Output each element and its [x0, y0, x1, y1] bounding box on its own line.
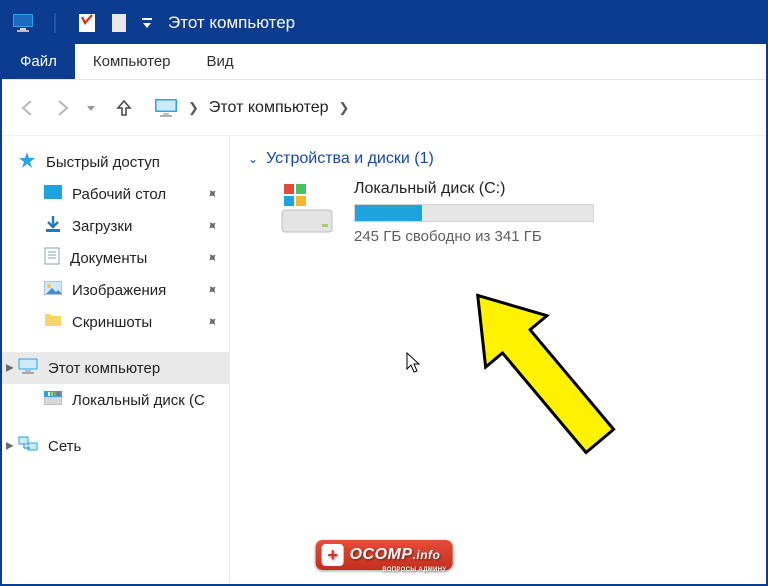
tab-view[interactable]: Вид	[189, 44, 252, 79]
pin-icon: ✦	[203, 312, 223, 333]
breadcrumb-separator-icon[interactable]: ❯	[339, 100, 350, 116]
body: Быстрый доступ Рабочий стол ✦ Загрузки ✦	[2, 136, 766, 584]
chevron-right-icon: ▶	[6, 363, 14, 374]
sidebar-item-quick-access[interactable]: Быстрый доступ	[2, 146, 229, 178]
explorer-window: Этот компьютер Файл Компьютер Вид ❯ Этот…	[0, 0, 768, 586]
tab-computer[interactable]: Компьютер	[75, 44, 189, 79]
pin-icon: ✦	[203, 184, 223, 205]
ribbon-tabs: Файл Компьютер Вид	[2, 44, 766, 80]
sidebar-item-label: Загрузки	[72, 218, 132, 235]
navigation-pane: Быстрый доступ Рабочий стол ✦ Загрузки ✦	[2, 136, 230, 584]
sidebar-item-screenshots[interactable]: Скриншоты ✦	[2, 306, 229, 338]
sidebar-item-label: Изображения	[72, 282, 166, 299]
drive-info: Локальный диск (C:) 245 ГБ свободно из 3…	[354, 180, 594, 245]
sidebar-item-label: Документы	[70, 250, 147, 267]
titlebar: Этот компьютер	[2, 2, 766, 44]
pin-icon: ✦	[203, 280, 223, 301]
sidebar-item-desktop[interactable]: Рабочий стол ✦	[2, 178, 229, 210]
drive-item-c[interactable]: Локальный диск (C:) 245 ГБ свободно из 3…	[248, 180, 748, 245]
breadcrumb-root[interactable]: Этот компьютер	[209, 99, 329, 117]
document-icon[interactable]	[108, 12, 130, 34]
sidebar-item-pictures[interactable]: Изображения ✦	[2, 274, 229, 306]
sidebar-item-network[interactable]: ▶ Сеть	[2, 430, 229, 462]
drive-usage-bar	[354, 204, 594, 222]
group-header-devices[interactable]: ⌄ Устройства и диски (1)	[248, 150, 748, 168]
window-title: Этот компьютер	[168, 13, 295, 33]
pin-icon: ✦	[203, 248, 223, 269]
address-bar[interactable]: ❯ Этот компьютер ❯	[150, 98, 752, 118]
content-pane: ⌄ Устройства и диски (1)	[230, 136, 766, 584]
back-button[interactable]	[16, 96, 40, 120]
chevron-right-icon: ▶	[6, 441, 14, 452]
plus-icon: +	[322, 544, 344, 566]
drive-free-text: 245 ГБ свободно из 341 ГБ	[354, 228, 594, 245]
navigation-toolbar: ❯ Этот компьютер ❯	[2, 80, 766, 136]
chevron-down-icon: ⌄	[248, 152, 258, 166]
downloads-icon	[44, 215, 62, 237]
tab-file[interactable]: Файл	[2, 44, 75, 79]
sidebar-item-label: Быстрый доступ	[46, 154, 160, 171]
this-pc-icon	[18, 358, 38, 378]
this-pc-icon	[154, 98, 178, 118]
folder-icon	[44, 313, 62, 331]
watermark-badge: + OCOMP.info ВОПРОСЫ АДМИНУ	[316, 540, 453, 570]
star-icon	[18, 151, 36, 173]
pin-icon: ✦	[203, 216, 223, 237]
sidebar-item-label: Локальный диск (C	[72, 392, 205, 409]
hard-drive-icon	[278, 180, 336, 238]
sidebar-item-this-pc[interactable]: ▶ Этот компьютер	[2, 352, 229, 384]
breadcrumb-separator-icon[interactable]: ❯	[188, 100, 199, 116]
documents-icon	[44, 247, 60, 269]
drive-usage-fill	[355, 205, 422, 221]
sidebar-item-documents[interactable]: Документы ✦	[2, 242, 229, 274]
sidebar-item-local-disk[interactable]: Локальный диск (C	[2, 384, 229, 416]
monitor-icon[interactable]	[12, 12, 34, 34]
forward-button[interactable]	[50, 96, 74, 120]
disk-icon	[44, 391, 62, 409]
divider-icon	[44, 12, 66, 34]
watermark-subtext: ВОПРОСЫ АДМИНУ	[382, 567, 446, 573]
sidebar-item-label: Сеть	[48, 438, 81, 455]
pictures-icon	[44, 281, 62, 299]
sidebar-item-label: Рабочий стол	[72, 186, 166, 203]
drive-name: Локальный диск (C:)	[354, 180, 594, 198]
watermark-text: OCOMP.info	[350, 546, 441, 564]
qat-dropdown-icon[interactable]	[140, 17, 154, 29]
quick-access-toolbar	[12, 12, 154, 34]
network-icon	[18, 436, 38, 456]
sidebar-item-label: Этот компьютер	[48, 360, 160, 377]
up-button[interactable]	[112, 96, 136, 120]
properties-icon[interactable]	[76, 12, 98, 34]
desktop-icon	[44, 185, 62, 203]
sidebar-item-downloads[interactable]: Загрузки ✦	[2, 210, 229, 242]
group-header-label: Устройства и диски (1)	[266, 150, 434, 168]
history-dropdown-icon[interactable]	[84, 96, 98, 120]
sidebar-item-label: Скриншоты	[72, 314, 152, 331]
